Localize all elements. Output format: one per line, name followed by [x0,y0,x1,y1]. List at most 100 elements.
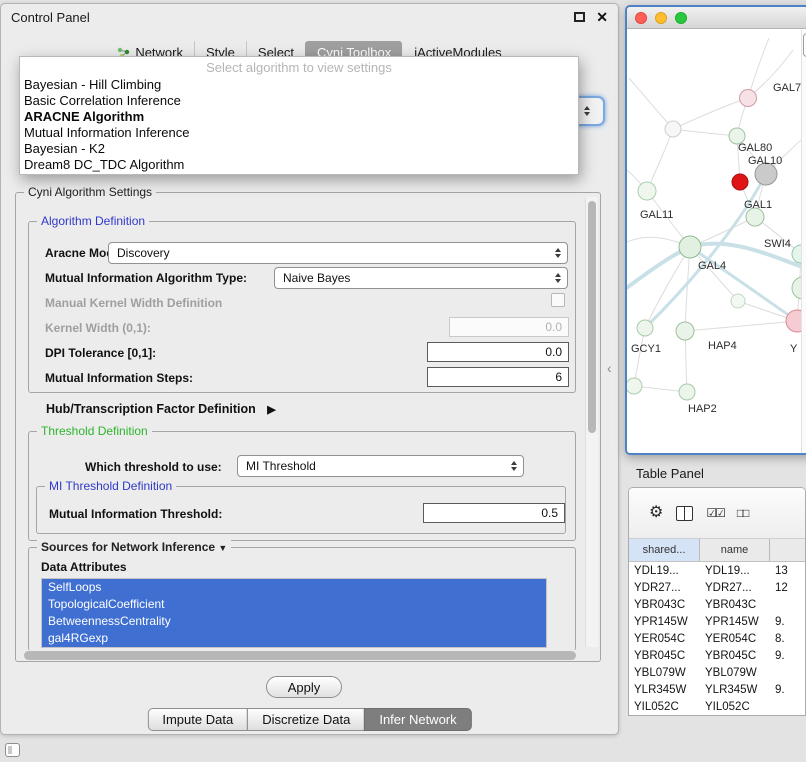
table-row[interactable]: YIL052CYIL052C [629,698,805,715]
data-attributes-list[interactable]: SelfLoops TopologicalCoefficient Between… [41,578,547,648]
column-header-partial[interactable] [770,539,805,561]
cell: 9. [770,684,805,696]
deselect-all-checkboxes-icon[interactable]: □□ [737,505,748,521]
close-icon[interactable]: ✕ [596,10,608,24]
node[interactable] [731,294,745,308]
manual-kernel-width-label: Manual Kernel Width Definition [45,296,222,310]
tab-label: Impute Data [162,712,233,727]
cyni-bottom-tabs: Impute Data Discretize Data Infer Networ… [147,708,471,731]
tab-label: Infer Network [379,712,456,727]
dropdown-item[interactable]: Bayesian - Hill Climbing [20,77,578,93]
mi-algorithm-type-label: Mutual Information Algorithm Type: [45,271,247,285]
algorithm-definition-group: Algorithm Definition Aracne Mode: Discov… [28,221,576,393]
list-item[interactable]: BetweennessCentrality [42,613,546,630]
stepper-icon [511,461,517,471]
column-header-name[interactable]: name [700,539,770,561]
scrollbar-thumb[interactable] [588,201,596,433]
table-row[interactable]: YER054CYER054C8. [629,630,805,647]
node-pink[interactable] [740,90,757,107]
minimize-traffic-light-icon[interactable] [655,12,667,24]
cell: YLR345W [629,684,700,696]
select-all-checkboxes-icon[interactable]: ☑☑ [706,505,724,521]
apply-button[interactable]: Apply [266,676,342,698]
dropdown-item[interactable]: Basic Correlation Inference [20,93,578,109]
window-title: Control Panel [11,10,90,25]
list-item[interactable]: SelfLoops [42,579,546,596]
cell: 9. [770,616,805,628]
node-label: GAL1 [744,199,772,211]
node-gcy1[interactable] [637,320,653,336]
node-label: GAL7 [773,82,801,94]
cell: YDL19... [700,565,770,577]
cell: YBL079W [700,667,770,679]
cell: YBL079W [629,667,700,679]
dropdown-item[interactable]: Mutual Information Inference [20,125,578,141]
zoom-traffic-light-icon[interactable] [675,12,687,24]
tab-discretize-data[interactable]: Discretize Data [247,708,365,731]
node[interactable] [665,121,681,137]
node-gal11[interactable] [638,182,656,200]
table-row[interactable]: YBR045CYBR045C9. [629,647,805,664]
panel-collapse-icon[interactable]: ‹ [607,360,612,376]
node-hap2[interactable] [679,384,695,400]
table-row[interactable]: YPR145WYPR145W9. [629,613,805,630]
network-canvas[interactable]: GAL7 GAL80 GAL10 GAL11 GAL1 SWI4 GAL4 GC… [627,30,806,453]
float-window-icon[interactable] [574,12,585,22]
group-title: Cyni Algorithm Settings [24,185,156,199]
algorithm-dropdown-popup: Select algorithm to view settings Bayesi… [19,56,579,175]
threshold-definition-group: Threshold Definition Which threshold to … [28,431,576,541]
close-traffic-light-icon[interactable] [635,12,647,24]
list-item[interactable]: TopologicalCoefficient [42,596,546,613]
cell: YDR27... [700,582,770,594]
mi-algorithm-type-combo[interactable]: Naive Bayes [274,267,568,289]
columns-icon[interactable] [676,506,693,521]
tab-impute-data[interactable]: Impute Data [147,708,248,731]
node-red[interactable] [732,174,748,190]
kernel-width-label: Kernel Width (0,1): [45,321,151,335]
mi-steps-field[interactable]: 6 [427,367,569,387]
cell: YDR27... [629,582,700,594]
expand-right-icon[interactable]: ▶ [267,404,275,416]
panel-dock-icon[interactable] [5,743,20,757]
table-header-row: shared... name [629,539,805,562]
node[interactable] [627,378,642,394]
field-value: 6 [555,370,562,384]
tab-infer-network[interactable]: Infer Network [364,708,471,731]
node-label: Y [790,343,798,355]
dropdown-item[interactable]: Dream8 DC_TDC Algorithm [20,157,578,173]
network-vertical-scrollbar[interactable] [801,30,806,453]
aracne-mode-combo[interactable]: Discovery [108,242,568,264]
table-row[interactable]: YBR043CYBR043C [629,596,805,613]
cell: YIL052C [700,701,770,713]
settings-horizontal-scrollbar[interactable] [24,651,576,660]
cell: 8. [770,633,805,645]
cell: 9. [770,650,805,662]
dpi-tolerance-field[interactable]: 0.0 [427,342,569,362]
dropdown-item[interactable]: Bayesian - K2 [20,141,578,157]
node-label: SWI4 [764,238,791,250]
table-row[interactable]: YDL19...YDL19...13 [629,562,805,579]
column-header-shared-name[interactable]: shared... [629,539,700,561]
dropdown-item-selected[interactable]: ARACNE Algorithm [20,109,578,125]
group-title: Threshold Definition [37,424,152,438]
cyni-algorithm-settings-group: Cyni Algorithm Settings Algorithm Defini… [15,192,601,662]
list-item[interactable]: gal4RGexp [42,630,546,647]
node-gal4[interactable] [679,236,701,258]
group-title: Sources for Network Inference ▼ [37,540,231,554]
manual-kernel-width-checkbox[interactable] [551,293,565,307]
collapse-down-icon[interactable]: ▼ [218,543,227,553]
table-row[interactable]: YBL079WYBL079W [629,664,805,681]
node[interactable] [792,277,801,299]
gear-icon[interactable]: ⚙ [649,505,663,521]
kernel-width-field[interactable]: 0.0 [449,317,569,337]
mi-threshold-field[interactable]: 0.5 [423,503,565,523]
settings-vertical-scrollbar[interactable] [585,197,598,647]
table-row[interactable]: YLR345WYLR345W9. [629,681,805,698]
field-value: 0.5 [541,506,558,520]
hub-section-label: Hub/Transcription Factor Definition ▶ [46,402,276,416]
table-row[interactable]: YDR27...YDR27...12 [629,579,805,596]
which-threshold-combo[interactable]: MI Threshold [237,455,524,477]
data-attributes-label: Data Attributes [41,560,127,574]
node-hap4[interactable] [676,322,694,340]
stepper-icon [584,106,590,116]
